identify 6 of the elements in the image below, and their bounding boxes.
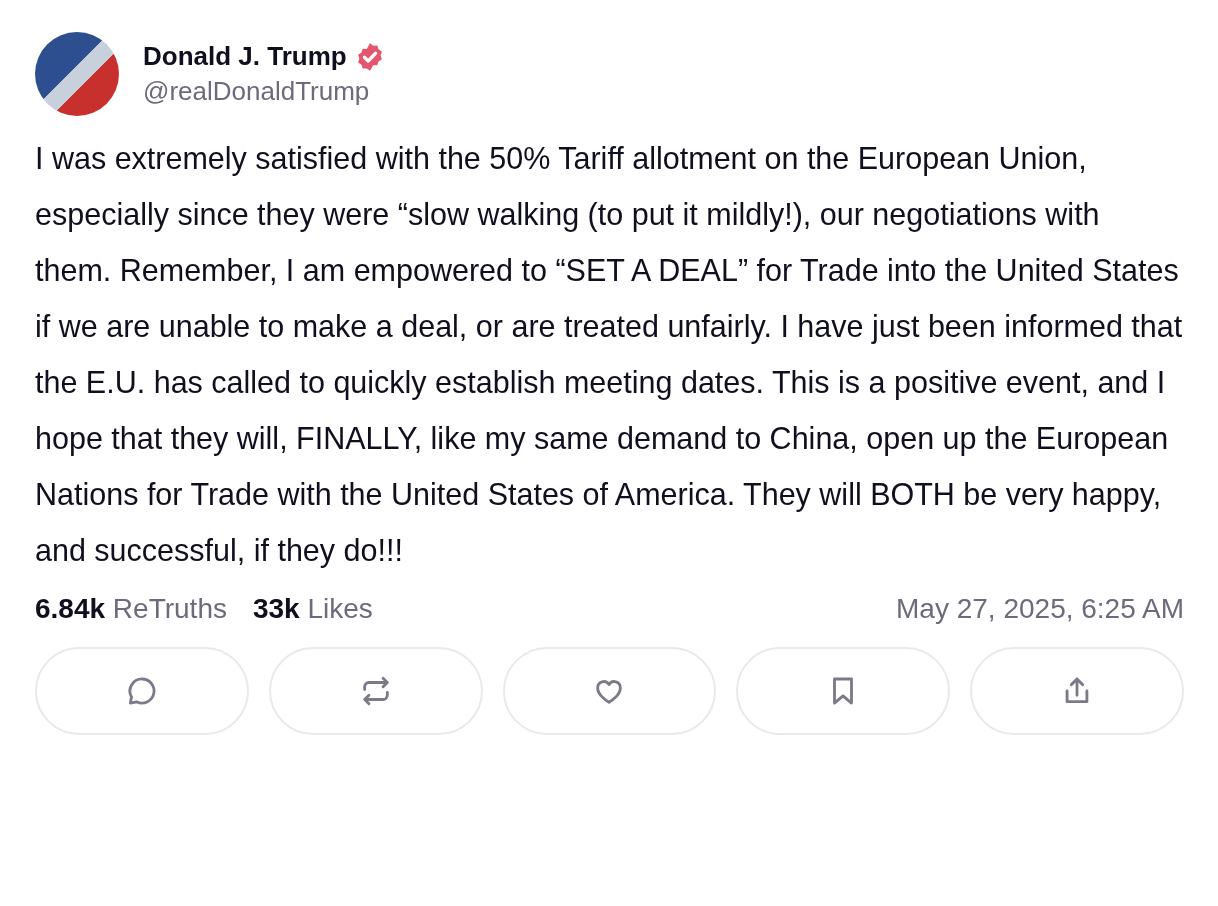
stat-count[interactable]: 33k Likes <box>252 593 373 625</box>
post-timestamp: May 27, 2025, 6:25 AM <box>896 593 1184 625</box>
stat-count[interactable]: 6.84k ReTruths <box>35 593 227 625</box>
post-text: I was extremely satisfied with the 50% Tariff allotment on the European Union, especially since they were “slow walking (to put it mildly!), our negotiations with them. Remember, I am empowered to “SET A DEAL” for Trade into the United States if we are unable to make a deal, or are treated unfairly. I have just been informed that the E.U. has called to quickly establish meeting dates. This is a positive event, and I hope that they will, FINALLY, like my same demand to China, open up the European Nations for Trade with the United States of America. They will BOTH be very happy, and successful, if they do!!! <box>35 140 1184 570</box>
author-name[interactable]: Donald J. Trump <box>143 41 347 72</box>
author-handle[interactable]: @realDonaldTrump <box>143 76 385 107</box>
